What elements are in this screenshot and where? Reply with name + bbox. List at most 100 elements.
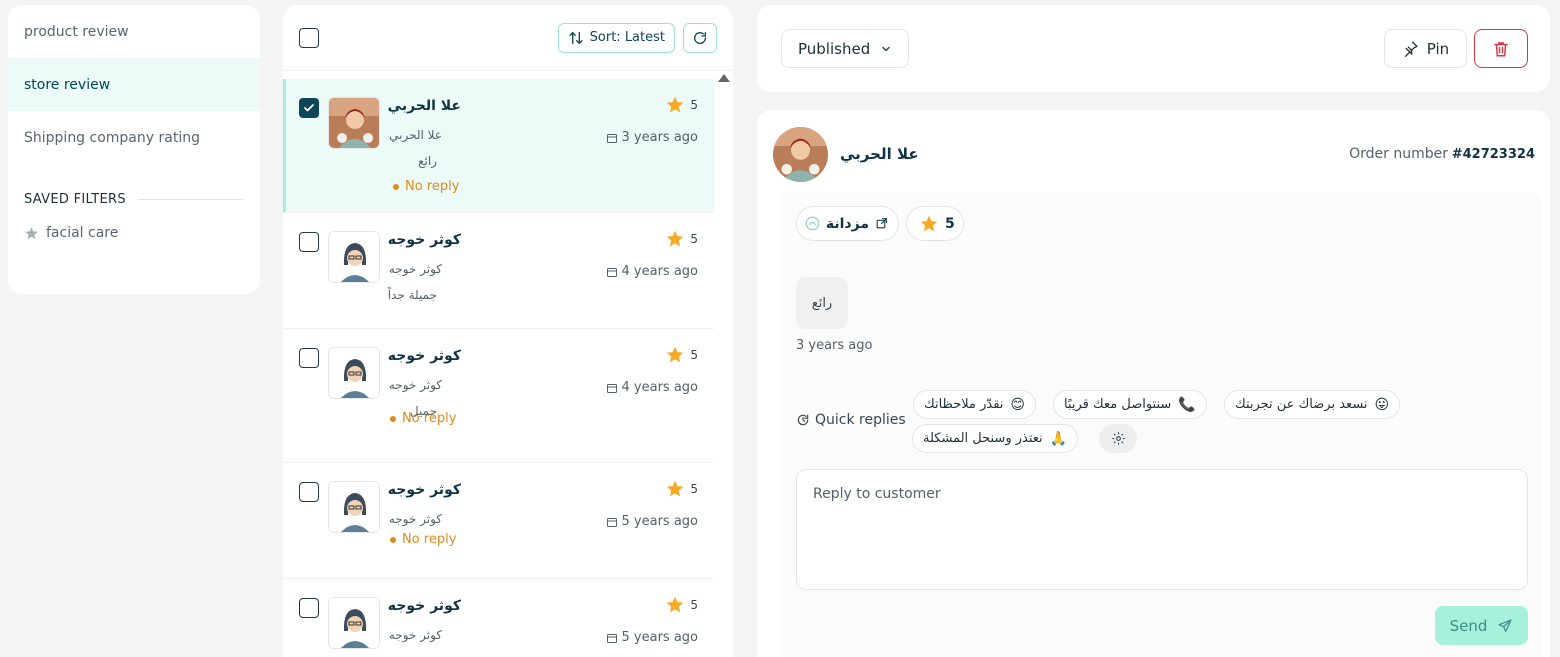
refresh-icon (694, 31, 707, 44)
filter-item-shipping-company-rating[interactable]: Shipping company rating (8, 111, 260, 164)
quick-replies-label: Quick replies (796, 412, 906, 428)
review-date: 4 years ago (606, 264, 698, 279)
row-checkbox[interactable] (299, 232, 319, 252)
row-checkbox[interactable] (299, 348, 319, 368)
scroll-up-arrow[interactable] (718, 74, 730, 82)
refresh-button[interactable] (683, 22, 717, 53)
calendar-icon (606, 133, 617, 143)
select-all-checkbox[interactable] (299, 27, 319, 48)
review-detail-panel: علا الحربي Order number #42723324 مزدانة… (757, 110, 1550, 657)
list-toolbar: Sort: Latest (283, 5, 733, 71)
customer-avatar (328, 97, 380, 149)
row-checkbox[interactable] (299, 482, 319, 502)
reviewer-name: كوثر خوجه (387, 348, 461, 364)
customer-avatar (328, 597, 380, 649)
rating-value: 5 (690, 232, 698, 246)
rating-value: 5 (690, 482, 698, 496)
review-rating: 5 (665, 595, 698, 615)
filter-item-store-review[interactable]: store review (8, 58, 260, 111)
star-icon (25, 226, 38, 239)
review-row[interactable]: كوثر خوجه كوثر خوجه 5 5 years ago (283, 579, 714, 657)
detail-header: علا الحربي Order number #42723324 (757, 110, 1550, 192)
avatar-photo-icon (773, 127, 828, 182)
saved-filter-facial-care[interactable]: facial care (8, 225, 260, 241)
review-date: 4 years ago (606, 380, 698, 395)
status-value: Published (798, 39, 871, 58)
no-reply-status: No reply (390, 411, 456, 426)
star-icon (667, 346, 684, 363)
quick-replies-settings-button[interactable] (1099, 424, 1137, 453)
store-chip[interactable]: مزدانة (796, 206, 899, 241)
emoji-icon: 🙏 (1049, 430, 1068, 447)
review-rating: 5 (665, 479, 698, 499)
avatar-placeholder-icon (329, 598, 379, 648)
sort-label: Sort: Latest (589, 30, 665, 45)
avatar-placeholder-icon (329, 348, 379, 398)
quick-reply-chip[interactable]: 😛 نسعد برضاك عن تجربتك (1224, 390, 1401, 419)
emoji-icon: 😛 (1374, 396, 1390, 413)
rating-value: 5 (690, 598, 698, 612)
avatar-placeholder-icon (329, 232, 379, 282)
review-row[interactable]: علا الحربي علا الحربي رائع No reply 5 3 … (283, 79, 714, 213)
no-reply-status: No reply (393, 179, 459, 194)
store-name: مزدانة (825, 215, 869, 232)
saved-filters-heading: SAVED FILTERS (8, 192, 260, 207)
quick-replies-text: Quick replies (815, 412, 906, 428)
calendar-icon (606, 517, 617, 527)
rating-chip: 5 (906, 206, 964, 241)
saved-filters-label: SAVED FILTERS (24, 192, 126, 207)
review-row[interactable]: كوثر خوجه كوثر خوجه No reply 5 5 years a… (283, 463, 714, 579)
review-row[interactable]: كوثر خوجه كوثر خوجه جميل No reply 5 4 ye… (283, 329, 714, 463)
send-button[interactable]: Send (1435, 606, 1528, 645)
quick-reply-icon (797, 414, 809, 426)
filter-item-product-review[interactable]: product review (8, 5, 260, 58)
star-icon (667, 480, 684, 497)
review-date: 3 years ago (606, 130, 698, 145)
star-icon (667, 230, 684, 247)
review-list-panel: Sort: Latest علا الحربي علا الحربي رائع … (283, 5, 733, 657)
review-rating: 5 (665, 95, 698, 115)
reply-input[interactable] (796, 469, 1528, 590)
pin-button[interactable]: Pin (1384, 29, 1467, 68)
quick-reply-chip[interactable]: 😊 نقدّر ملاحظاتك (913, 390, 1036, 419)
quick-reply-text: نعتذر وسنحل المشكلة (923, 431, 1043, 446)
calendar-icon (606, 383, 617, 393)
sort-button[interactable]: Sort: Latest (557, 22, 675, 53)
review-text: جميلة جداً (387, 288, 437, 302)
emoji-icon: 📞 (1178, 396, 1196, 413)
star-icon (920, 215, 938, 231)
quick-reply-chip[interactable]: 🙏 نعتذر وسنحل المشكلة (912, 424, 1079, 453)
review-rating: 5 (665, 345, 698, 365)
reviewer-name: علا الحربي (387, 98, 461, 114)
reviewer-name: كوثر خوجه (387, 598, 461, 614)
review-date: 5 years ago (606, 514, 698, 529)
reviewer-subtitle: كوثر خوجه (388, 378, 442, 392)
quick-reply-chip[interactable]: 📞 سنتواصل معك قريبًا (1053, 390, 1207, 419)
gear-icon (1111, 432, 1125, 445)
saved-filter-label: facial care (46, 225, 119, 241)
avatar-placeholder-icon (329, 482, 379, 532)
review-row[interactable]: كوثر خوجه كوثر خوجه جميلة جداً 5 4 years… (283, 213, 714, 329)
reviewer-subtitle: كوثر خوجه (388, 628, 442, 642)
review-date: 5 years ago (606, 630, 698, 645)
order-number-link[interactable]: #42723324 (1452, 147, 1535, 162)
store-logo-icon (805, 216, 820, 231)
customer-avatar (328, 347, 380, 399)
quick-reply-text: نسعد برضاك عن تجربتك (1235, 397, 1368, 412)
divider (137, 199, 244, 200)
filter-panel: product review store review Shipping com… (8, 5, 260, 294)
sort-icon (568, 31, 583, 44)
row-checkbox[interactable] (299, 98, 319, 118)
customer-avatar (328, 481, 380, 533)
quick-reply-text: نقدّر ملاحظاتك (924, 397, 1004, 412)
pin-label: Pin (1426, 39, 1450, 58)
status-dropdown[interactable]: Published (781, 29, 910, 68)
trash-icon (1494, 41, 1508, 56)
star-icon (667, 96, 684, 113)
customer-avatar (773, 127, 828, 182)
review-conversation: مزدانة 5 رائع 3 years ago Quick replies … (780, 192, 1542, 657)
delete-button[interactable] (1474, 29, 1528, 68)
reviewer-subtitle: علا الحربي (389, 128, 442, 142)
row-checkbox[interactable] (299, 598, 319, 618)
calendar-icon (606, 633, 617, 643)
